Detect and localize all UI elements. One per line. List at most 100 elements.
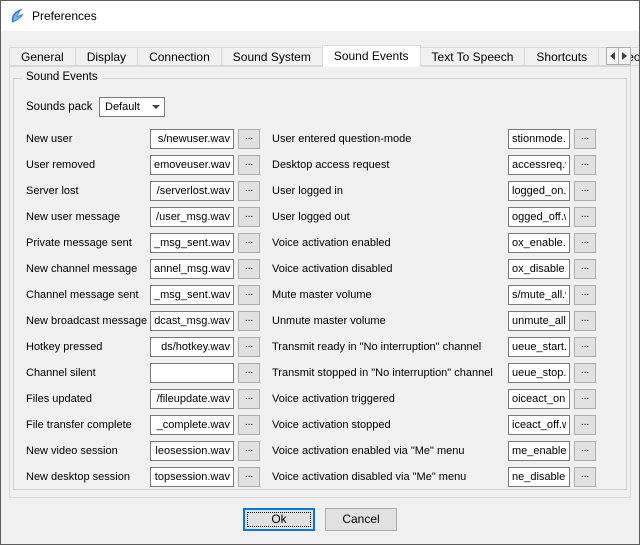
event-label: Voice activation enabled — [272, 237, 508, 249]
event-sound-file-input[interactable] — [508, 259, 570, 279]
sound-event-row: New broadcast message...Unmute master vo… — [26, 311, 614, 331]
browse-button[interactable]: ... — [238, 337, 260, 357]
browse-button[interactable]: ... — [574, 415, 596, 435]
browse-button[interactable]: ... — [238, 311, 260, 331]
event-label: Voice activation disabled via "Me" menu — [272, 471, 508, 483]
ok-button[interactable]: Ok — [243, 508, 315, 531]
event-label: Server lost — [26, 185, 150, 197]
event-sound-file-input[interactable] — [508, 155, 570, 175]
dialog-body: GeneralDisplayConnectionSound SystemSoun… — [1, 31, 639, 544]
event-sound-file-input[interactable] — [508, 233, 570, 253]
event-label: Desktop access request — [272, 159, 508, 171]
event-sound-file-input[interactable] — [150, 129, 234, 149]
sound-event-row: New video session...Voice activation ena… — [26, 441, 614, 461]
event-sound-file-input[interactable] — [150, 363, 234, 383]
event-label: Unmute master volume — [272, 315, 508, 327]
browse-button[interactable]: ... — [574, 337, 596, 357]
event-sound-file-input[interactable] — [508, 311, 570, 331]
event-sound-file-input[interactable] — [508, 467, 570, 487]
event-sound-file-input[interactable] — [508, 415, 570, 435]
browse-button[interactable]: ... — [238, 129, 260, 149]
title-bar[interactable]: Preferences — [1, 1, 639, 31]
sound-events-groupbox: Sound Events Sounds pack Default New use… — [13, 78, 627, 490]
groupbox-legend: Sound Events — [22, 71, 102, 83]
event-label: New user — [26, 133, 150, 145]
event-sound-file-input[interactable] — [150, 207, 234, 227]
event-label: User logged out — [272, 211, 508, 223]
tab-connection[interactable]: Connection — [137, 47, 222, 66]
event-label: Transmit stopped in "No interruption" ch… — [272, 367, 508, 379]
browse-button[interactable]: ... — [238, 207, 260, 227]
browse-button[interactable]: ... — [238, 363, 260, 383]
browse-button[interactable]: ... — [238, 389, 260, 409]
event-sound-file-input[interactable] — [508, 441, 570, 461]
browse-button[interactable]: ... — [238, 233, 260, 253]
browse-button[interactable]: ... — [574, 259, 596, 279]
event-sound-file-input[interactable] — [508, 363, 570, 383]
tab-sound-system[interactable]: Sound System — [221, 47, 323, 66]
browse-button[interactable]: ... — [574, 181, 596, 201]
browse-button[interactable]: ... — [574, 311, 596, 331]
browse-button[interactable]: ... — [574, 363, 596, 383]
sound-event-row: New user...User entered question-mode... — [26, 129, 614, 149]
tab-scroll — [607, 47, 631, 65]
tab-display[interactable]: Display — [75, 47, 138, 66]
event-sound-file-input[interactable] — [508, 181, 570, 201]
event-label: New user message — [26, 211, 150, 223]
event-sound-file-input[interactable] — [150, 467, 234, 487]
left-arrow-icon — [610, 52, 615, 60]
browse-button[interactable]: ... — [238, 259, 260, 279]
event-sound-file-input[interactable] — [150, 337, 234, 357]
sound-event-row: Private message sent... Voice activation … — [26, 233, 614, 253]
cancel-button[interactable]: Cancel — [325, 508, 397, 531]
browse-button[interactable]: ... — [238, 467, 260, 487]
event-sound-file-input[interactable] — [150, 155, 234, 175]
event-sound-file-input[interactable] — [508, 207, 570, 227]
browse-button[interactable]: ... — [238, 155, 260, 175]
sound-event-row: File transfer complete...Voice activatio… — [26, 415, 614, 435]
browse-button[interactable]: ... — [238, 441, 260, 461]
browse-button[interactable]: ... — [574, 129, 596, 149]
event-label: Voice activation triggered — [272, 393, 508, 405]
event-sound-file-input[interactable] — [508, 129, 570, 149]
event-label: Channel silent — [26, 367, 150, 379]
event-label: Mute master volume — [272, 289, 508, 301]
event-sound-file-input[interactable] — [508, 285, 570, 305]
sounds-pack-select[interactable]: Default — [99, 97, 165, 117]
browse-button[interactable]: ... — [574, 285, 596, 305]
event-sound-file-input[interactable] — [150, 259, 234, 279]
browse-button[interactable]: ... — [574, 467, 596, 487]
browse-button[interactable]: ... — [574, 207, 596, 227]
browse-button[interactable]: ... — [238, 285, 260, 305]
sound-event-row: Channel message sent...Mute master volum… — [26, 285, 614, 305]
tab-page: Sound Events Sounds pack Default New use… — [9, 66, 631, 498]
event-sound-file-input[interactable] — [150, 441, 234, 461]
browse-button[interactable]: ... — [574, 389, 596, 409]
sound-event-row: Server lost... User logged in... — [26, 181, 614, 201]
browse-button[interactable]: ... — [238, 181, 260, 201]
event-sound-file-input[interactable] — [150, 233, 234, 253]
event-sound-file-input[interactable] — [150, 415, 234, 435]
event-label: Voice activation disabled — [272, 263, 508, 275]
tab-text-to-speech[interactable]: Text To Speech — [420, 47, 526, 66]
browse-button[interactable]: ... — [574, 233, 596, 253]
sound-event-row: New channel message...Voice activation d… — [26, 259, 614, 279]
event-sound-file-input[interactable] — [150, 389, 234, 409]
event-sound-file-input[interactable] — [508, 389, 570, 409]
browse-button[interactable]: ... — [574, 155, 596, 175]
tab-sound-events[interactable]: Sound Events — [322, 45, 421, 67]
browse-button[interactable]: ... — [574, 441, 596, 461]
event-sound-file-input[interactable] — [150, 285, 234, 305]
event-sound-file-input[interactable] — [150, 181, 234, 201]
tab-shortcuts[interactable]: Shortcuts — [524, 47, 599, 66]
tab-bar: GeneralDisplayConnectionSound SystemSoun… — [9, 44, 631, 66]
browse-button[interactable]: ... — [238, 415, 260, 435]
event-sound-file-input[interactable] — [150, 311, 234, 331]
event-label: Private message sent — [26, 237, 150, 249]
event-sound-file-input[interactable] — [508, 337, 570, 357]
event-label: User logged in — [272, 185, 508, 197]
tab-general[interactable]: General — [9, 47, 76, 66]
event-label: Voice activation stopped — [272, 419, 508, 431]
tab-scroll-right-button[interactable] — [618, 47, 631, 65]
event-label: New desktop session — [26, 471, 150, 483]
